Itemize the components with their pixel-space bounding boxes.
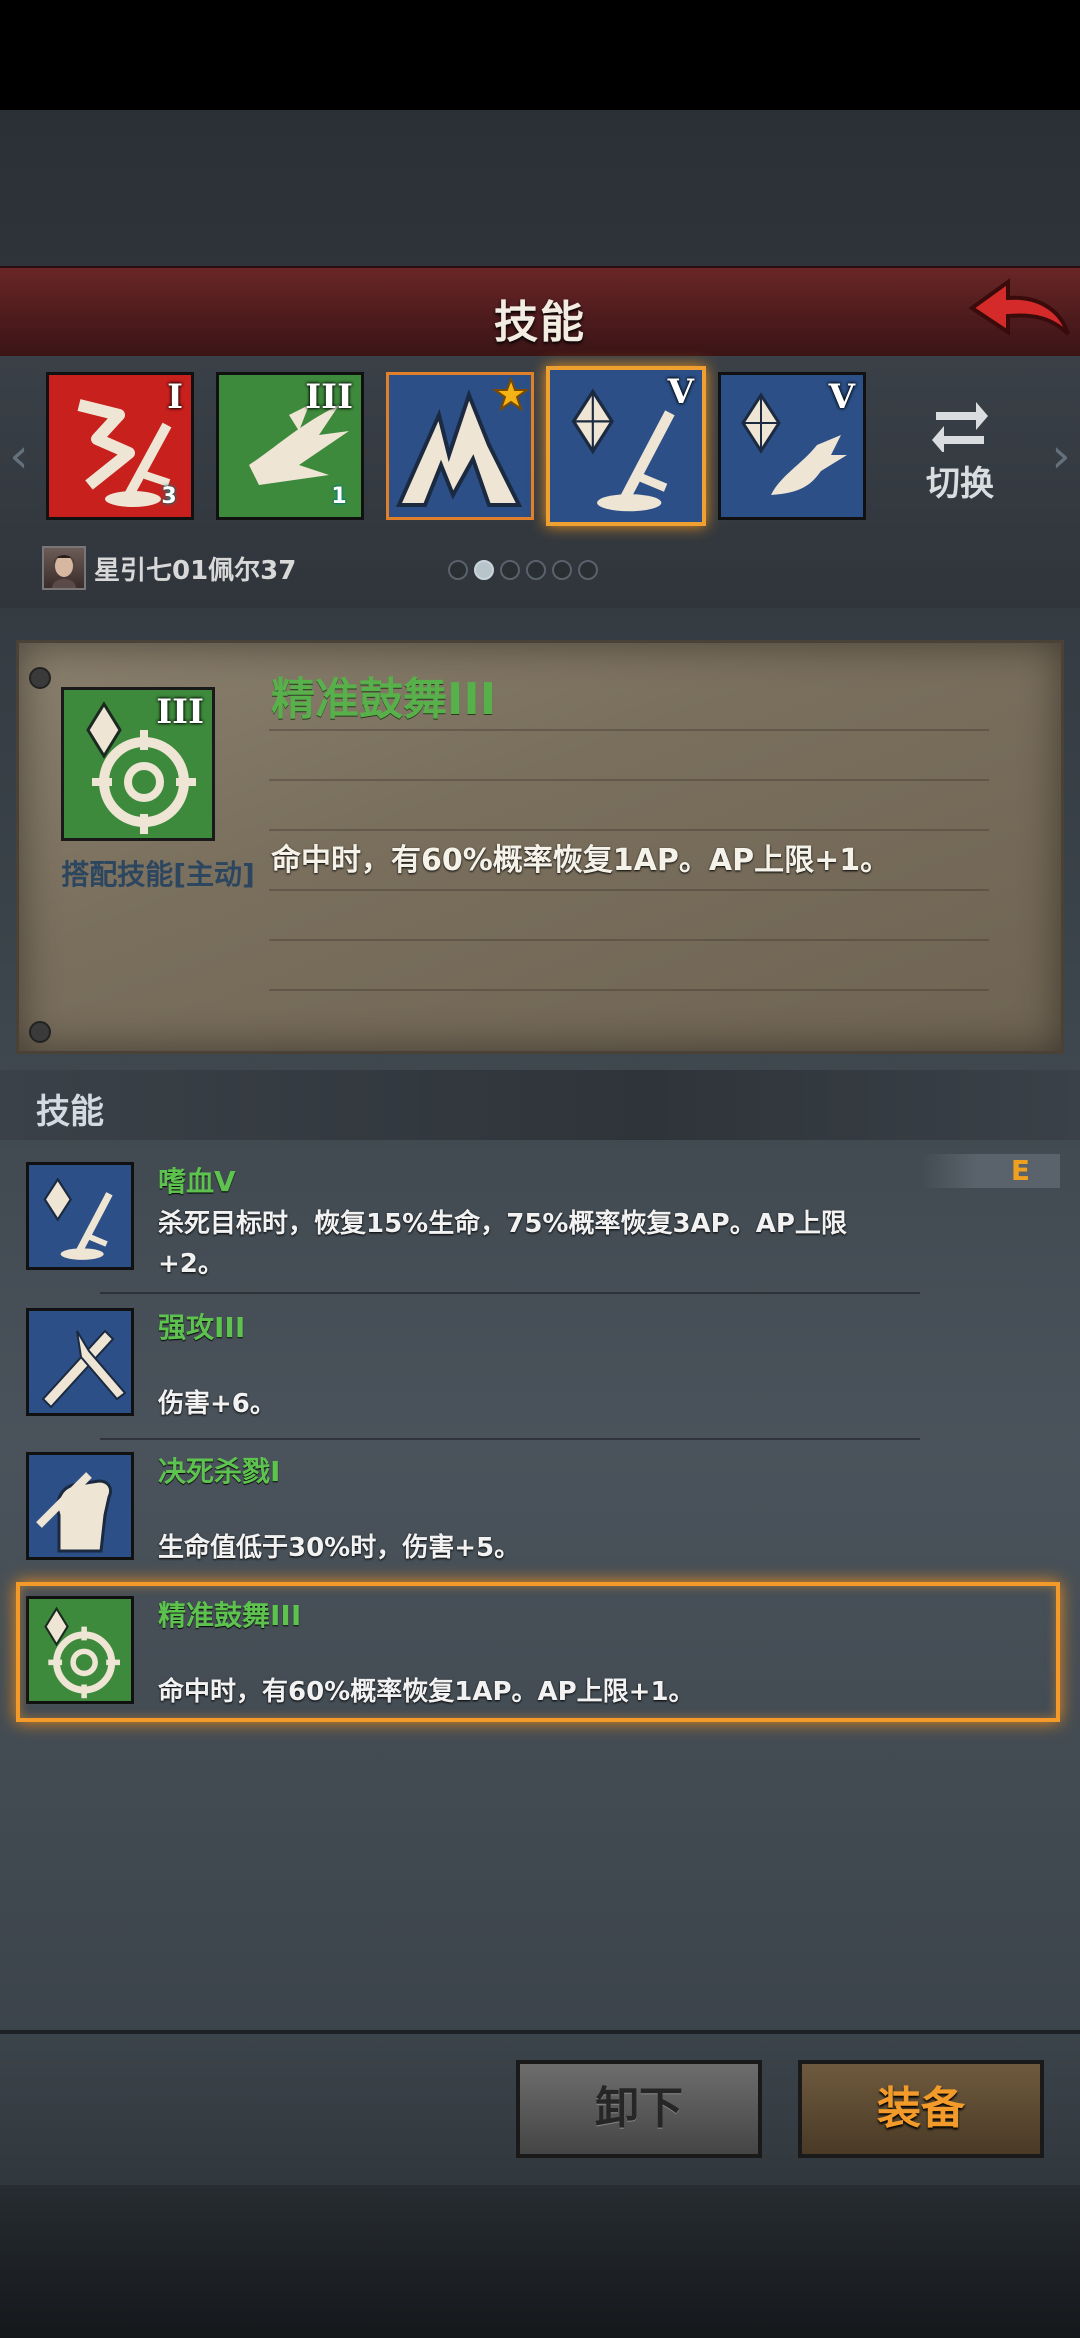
slot-rank: I — [167, 377, 183, 417]
slot-rank: V — [828, 377, 855, 417]
switch-button[interactable]: 切换 — [900, 396, 1020, 516]
portrait-icon — [52, 555, 76, 588]
skill-description: 生命值低于30%时，伤害+5。 — [158, 1533, 521, 1563]
skill-slot-3[interactable] — [386, 372, 534, 520]
player-info: 星引七01佩尔37 — [42, 544, 296, 592]
section-title: 技能 — [36, 1092, 104, 1132]
page-dot — [552, 560, 572, 580]
selection-highlight — [16, 1582, 1060, 1722]
page-title: 技能 — [494, 297, 586, 348]
skill-list-item[interactable]: 强攻III 伤害+6。 — [0, 1300, 1080, 1440]
skill-slot-1[interactable]: I 3 — [46, 372, 194, 520]
title-bar: 技能 — [0, 266, 1080, 361]
switch-label: 切换 — [926, 464, 994, 504]
rivet-icon — [29, 667, 51, 689]
back-arrow-icon — [968, 278, 1070, 336]
star-icon — [493, 377, 529, 412]
equip-button[interactable]: 装备 — [798, 2060, 1044, 2158]
page-dot — [578, 560, 598, 580]
skill-icon — [26, 1452, 134, 1560]
skill-list-item[interactable]: 嗜血V 杀死目标时，恢复15%生命，75%概率恢复3AP。AP上限+2。 E — [0, 1154, 1080, 1294]
detail-rank: III — [156, 692, 204, 732]
unequip-button[interactable]: 卸下 — [516, 2060, 762, 2158]
detail-skill-icon: III — [61, 687, 215, 841]
swap-arrows-icon — [932, 402, 988, 454]
crystal-sword-icon — [43, 1177, 113, 1260]
slot-count-badge: 1 — [331, 484, 347, 509]
rivet-icon — [29, 1021, 51, 1043]
scroll-right-icon[interactable]: › — [1046, 426, 1076, 486]
skill-name: 嗜血V — [158, 1165, 236, 1198]
skill-description: 伤害+6。 — [158, 1389, 276, 1419]
detail-skill-description: 命中时，有60%概率恢复1AP。AP上限+1。 — [271, 843, 891, 878]
slot-rank: III — [305, 377, 353, 417]
page-dot-active — [474, 560, 494, 580]
skill-slot-5[interactable]: V — [718, 372, 866, 520]
page-dot — [500, 560, 520, 580]
skill-description: 杀死目标时，恢复15%生命，75%概率恢复3AP。AP上限+2。 — [158, 1209, 847, 1279]
bottom-background — [0, 2185, 1080, 2338]
skill-icon — [26, 1308, 134, 1416]
page-dot — [526, 560, 546, 580]
skill-name: 强攻III — [158, 1311, 246, 1344]
skill-name: 决死杀戮I — [158, 1455, 281, 1488]
skill-slot-2[interactable]: III 1 — [216, 372, 364, 520]
page-dot — [448, 560, 468, 580]
page-indicator — [448, 560, 598, 580]
skill-type-label: 搭配技能[主动] — [61, 858, 255, 891]
detail-skill-name: 精准鼓舞III — [271, 674, 497, 725]
equipped-badge: E — [920, 1154, 1060, 1188]
skills-section-header: 技能 — [0, 1070, 1080, 1140]
back-button[interactable] — [964, 272, 1074, 352]
skill-list-item[interactable]: 决死杀戮I 生命值低于30%时，伤害+5。 — [0, 1444, 1080, 1584]
slot-rank: V — [667, 372, 694, 412]
equipped-skill-bar: ‹ › I 3 III 1 V V 切换 星引七01佩尔37 — [0, 356, 1080, 608]
scroll-left-icon[interactable]: ‹ — [4, 426, 34, 486]
skill-icon — [26, 1162, 134, 1270]
player-name: 星引七01佩尔37 — [94, 555, 297, 586]
fist-icon — [36, 1472, 113, 1553]
crossed-blades-icon — [41, 1329, 127, 1409]
skill-slot-4[interactable]: V — [546, 366, 706, 526]
slot-count-badge: 3 — [161, 484, 177, 509]
skill-detail-card: III 搭配技能[主动] 精准鼓舞III 命中时，有60%概率恢复1AP。AP上… — [16, 640, 1064, 1054]
action-bar: 卸下 装备 — [0, 2030, 1080, 2189]
avatar — [42, 546, 86, 590]
